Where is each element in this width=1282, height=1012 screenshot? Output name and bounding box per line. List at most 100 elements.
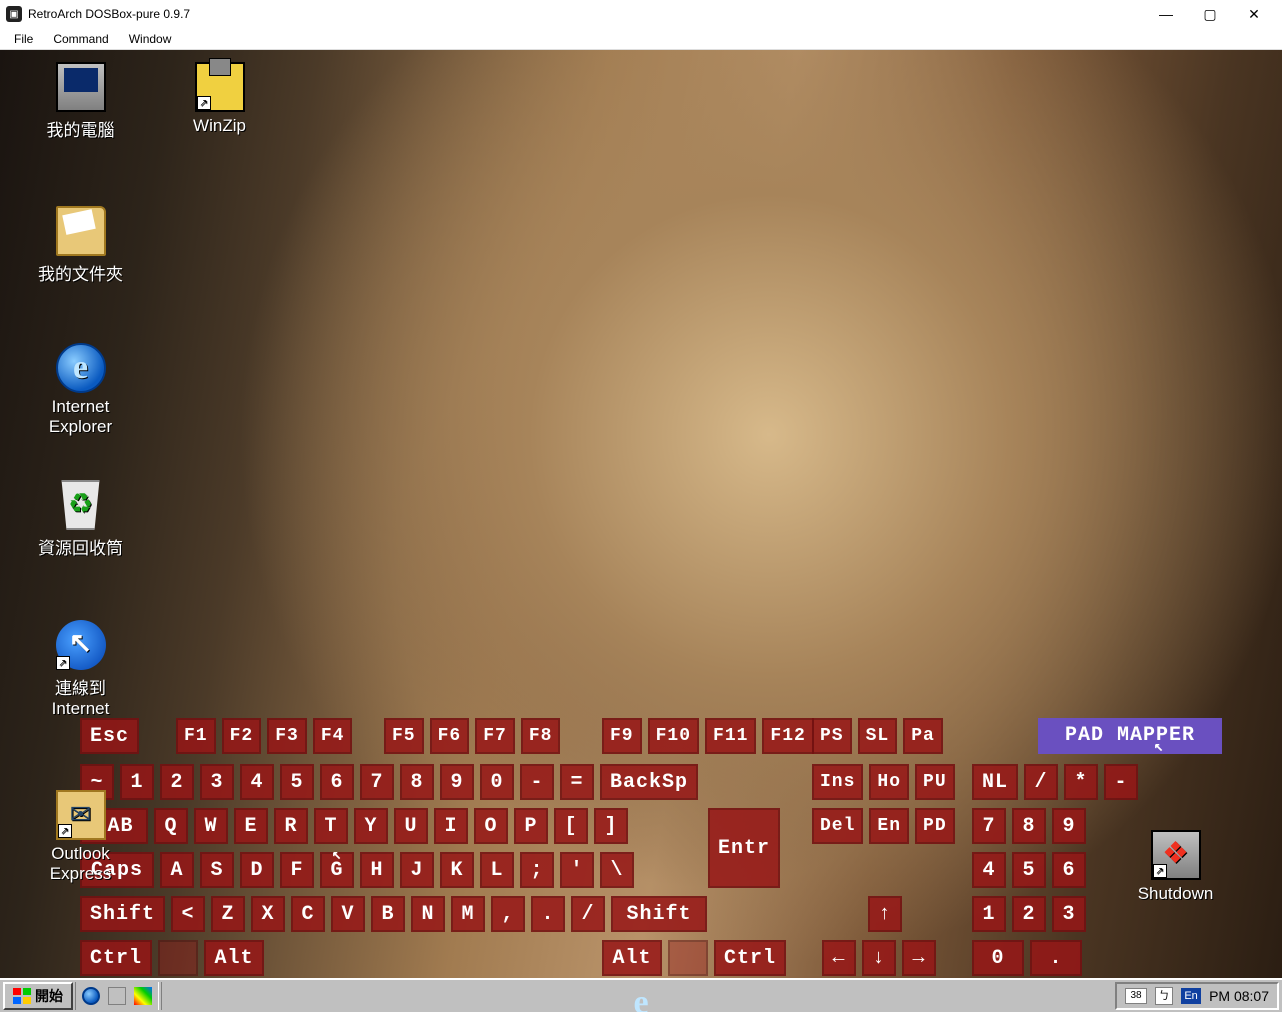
key-j[interactable]: J — [400, 852, 434, 888]
key-3[interactable]: 3 — [1052, 896, 1086, 932]
key-f[interactable]: F — [280, 852, 314, 888]
key-k[interactable]: K — [440, 852, 474, 888]
key-w[interactable]: W — [194, 808, 228, 844]
key-backsp[interactable]: BackSp — [600, 764, 698, 800]
internet-explorer-icon[interactable] — [82, 987, 100, 1005]
key-[interactable]: . — [531, 896, 565, 932]
key-ins[interactable]: Ins — [812, 764, 863, 800]
key-r[interactable]: R — [274, 808, 308, 844]
key-8[interactable]: 8 — [1012, 808, 1046, 844]
key-n[interactable]: N — [411, 896, 445, 932]
key-v[interactable]: V — [331, 896, 365, 932]
desktop-icon-recycle-bin[interactable]: 資源回收筒 — [18, 480, 143, 559]
key-8[interactable]: 8 — [400, 764, 434, 800]
key-s[interactable]: S — [200, 852, 234, 888]
key-del[interactable]: Del — [812, 808, 863, 844]
key-[interactable]: ; — [520, 852, 554, 888]
key-4[interactable]: 4 — [240, 764, 274, 800]
key-ctrl[interactable]: Ctrl — [714, 940, 786, 976]
key-shift[interactable]: Shift — [80, 896, 165, 932]
key-[interactable]: < — [171, 896, 205, 932]
key-f5[interactable]: F5 — [384, 718, 424, 754]
key-9[interactable]: 9 — [440, 764, 474, 800]
key-[interactable]: ← — [822, 940, 856, 976]
key-esc[interactable]: Esc — [80, 718, 139, 754]
key-[interactable]: = — [560, 764, 594, 800]
key-f3[interactable]: F3 — [267, 718, 307, 754]
menu-command[interactable]: Command — [43, 30, 118, 48]
key-7[interactable]: 7 — [972, 808, 1006, 844]
key-5[interactable]: 5 — [280, 764, 314, 800]
key-4[interactable]: 4 — [972, 852, 1006, 888]
key-[interactable]: / — [571, 896, 605, 932]
desktop-icon-internet-explorer[interactable]: Internet Explorer — [18, 343, 143, 437]
key-u[interactable]: U — [394, 808, 428, 844]
key-m[interactable]: M — [451, 896, 485, 932]
key-en[interactable]: En — [869, 808, 909, 844]
key-l[interactable]: L — [480, 852, 514, 888]
key-q[interactable]: Q — [154, 808, 188, 844]
key-h[interactable]: H — [360, 852, 394, 888]
key-[interactable]: . — [1030, 940, 1082, 976]
key-b[interactable]: B — [371, 896, 405, 932]
key-6[interactable]: 6 — [320, 764, 354, 800]
key-3[interactable]: 3 — [200, 764, 234, 800]
key-[interactable]: ↓ — [862, 940, 896, 976]
key-f10[interactable]: F10 — [648, 718, 699, 754]
menu-window[interactable]: Window — [119, 30, 182, 48]
key-z[interactable]: Z — [211, 896, 245, 932]
key-shift[interactable]: Shift — [611, 896, 707, 932]
key-[interactable]: ' — [560, 852, 594, 888]
key-t[interactable]: T — [314, 808, 348, 844]
desktop-icon-shutdown[interactable]: ↗Shutdown — [1113, 830, 1238, 904]
key-f12[interactable]: F12 — [762, 718, 813, 754]
key-alt[interactable]: Alt — [602, 940, 662, 976]
key-pu[interactable]: PU — [915, 764, 955, 800]
key-5[interactable]: 5 — [1012, 852, 1046, 888]
key-0[interactable]: 0 — [972, 940, 1024, 976]
key-e[interactable]: E — [234, 808, 268, 844]
key-p[interactable]: P — [514, 808, 548, 844]
pad-mapper-button[interactable]: PAD MAPPER — [1038, 718, 1222, 754]
key-blank[interactable] — [668, 940, 708, 976]
key-[interactable]: \ — [600, 852, 634, 888]
key-ps[interactable]: PS — [812, 718, 852, 754]
desktop-icon-my-documents[interactable]: 我的文件夾 — [18, 206, 143, 285]
key-f11[interactable]: F11 — [705, 718, 756, 754]
minimize-button[interactable]: — — [1144, 0, 1188, 28]
maximize-button[interactable]: ▢ — [1188, 0, 1232, 28]
key-f6[interactable]: F6 — [430, 718, 470, 754]
key-0[interactable]: 0 — [480, 764, 514, 800]
key-nl[interactable]: NL — [972, 764, 1018, 800]
key-7[interactable]: 7 — [360, 764, 394, 800]
key-y[interactable]: Y — [354, 808, 388, 844]
desktop-icon-network[interactable]: ↗連線到 Internet — [18, 620, 143, 719]
key-f4[interactable]: F4 — [313, 718, 353, 754]
key-9[interactable]: 9 — [1052, 808, 1086, 844]
key-sl[interactable]: SL — [858, 718, 898, 754]
key-pd[interactable]: PD — [915, 808, 955, 844]
key-enter[interactable]: Entr — [708, 808, 780, 888]
key-[interactable]: → — [902, 940, 936, 976]
desktop-icon-outlook-express[interactable]: ↗Outlook Express — [18, 790, 143, 884]
desktop-icon-my-computer[interactable]: 我的電腦 — [18, 62, 143, 141]
key-c[interactable]: C — [291, 896, 325, 932]
key-[interactable]: [ — [554, 808, 588, 844]
menu-file[interactable]: File — [4, 30, 43, 48]
key-a[interactable]: A — [160, 852, 194, 888]
desktop-icon-winzip[interactable]: ↗WinZip — [157, 62, 282, 136]
key-ho[interactable]: Ho — [869, 764, 909, 800]
key-alt[interactable]: Alt — [204, 940, 264, 976]
key-i[interactable]: I — [434, 808, 468, 844]
key-2[interactable]: 2 — [160, 764, 194, 800]
key-f1[interactable]: F1 — [176, 718, 216, 754]
key-pa[interactable]: Pa — [903, 718, 943, 754]
key-f7[interactable]: F7 — [475, 718, 515, 754]
key-f2[interactable]: F2 — [222, 718, 262, 754]
key-d[interactable]: D — [240, 852, 274, 888]
emulated-desktop[interactable]: PAD MAPPER ↖ EscF1F2F3F4F5F6F7F8F9F10F11… — [0, 50, 1282, 1012]
key-o[interactable]: O — [474, 808, 508, 844]
key-[interactable]: ↑ — [868, 896, 902, 932]
key-6[interactable]: 6 — [1052, 852, 1086, 888]
key-f9[interactable]: F9 — [602, 718, 642, 754]
